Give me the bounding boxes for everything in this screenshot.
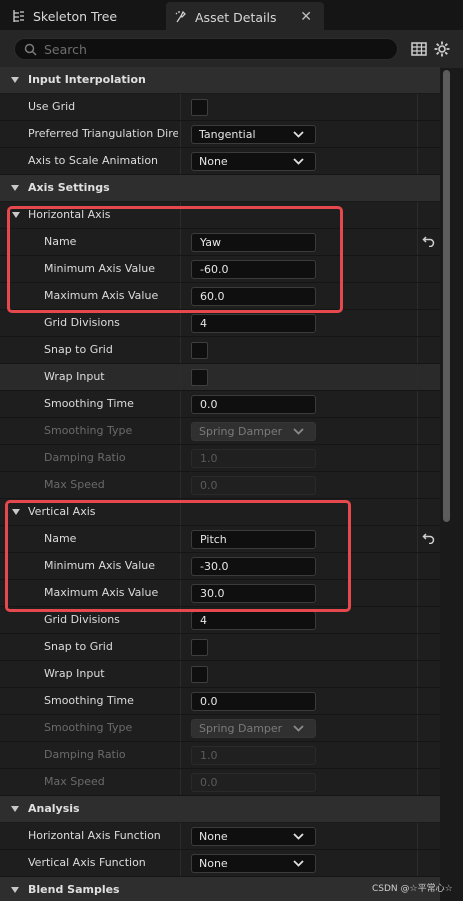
chevron-down-icon (293, 725, 304, 732)
axis-to-scale-dropdown[interactable]: None (191, 152, 316, 171)
horizontal-snap-checkbox[interactable] (191, 342, 208, 359)
vertical-wrap-checkbox[interactable] (191, 666, 208, 683)
vertical-smoothing-time-row: Smoothing Time 0.0 (0, 688, 440, 715)
collapse-arrow-icon[interactable] (12, 212, 20, 218)
collapse-arrow-icon[interactable] (11, 185, 19, 191)
search-placeholder: Search (44, 41, 87, 57)
vertical-max-field[interactable]: 30.0 (191, 584, 316, 603)
chevron-down-icon (293, 860, 304, 867)
vertical-grid-divisions-row: Grid Divisions 4 (0, 607, 440, 634)
horizontal-min-row: Minimum Axis Value -60.0 (0, 256, 440, 283)
horizontal-name-field[interactable]: Yaw (191, 233, 316, 252)
tab-bar: Skeleton Tree Asset Details ✕ (0, 0, 463, 30)
vertical-max-row: Maximum Axis Value 30.0 (0, 580, 440, 607)
tab-label: Skeleton Tree (33, 8, 118, 24)
triangulation-row: Preferred Triangulation Dire... Tangenti… (0, 121, 440, 148)
asset-details-icon (172, 8, 190, 26)
horizontal-max-field[interactable]: 60.0 (191, 287, 316, 306)
horizontal-grid-divisions-row: Grid Divisions 4 (0, 310, 440, 337)
vertical-wrap-row: Wrap Input (0, 661, 440, 688)
vertical-snap-checkbox[interactable] (191, 639, 208, 656)
tab-skeleton-tree[interactable]: Skeleton Tree (4, 2, 162, 30)
section-analysis[interactable]: Analysis (0, 796, 440, 822)
axis-to-scale-row: Axis to Scale Animation None (0, 148, 440, 175)
vertical-axis-function-row: Vertical Axis Function None (0, 850, 440, 877)
vertical-max-speed-row: Max Speed 0.0 (0, 769, 440, 796)
horizontal-wrap-row: Wrap Input (0, 364, 440, 391)
vertical-smoothing-time-field[interactable]: 0.0 (191, 692, 316, 711)
use-grid-checkbox[interactable] (191, 99, 208, 116)
section-input-interpolation[interactable]: Input Interpolation (0, 67, 440, 93)
horizontal-damping-row: Damping Ratio 1.0 (0, 445, 440, 472)
vertical-name-field[interactable]: Pitch (191, 530, 316, 549)
close-icon[interactable]: ✕ (300, 9, 312, 25)
horizontal-max-row: Maximum Axis Value 60.0 (0, 283, 440, 310)
horizontal-damping-field[interactable]: 1.0 (191, 449, 316, 468)
horizontal-grid-divisions-field[interactable]: 4 (191, 314, 316, 333)
vertical-axis-group[interactable]: Vertical Axis (0, 499, 440, 526)
asset-details-window: { "tabs":[ {"label":"Skeleton Tree","ico… (0, 0, 463, 901)
vertical-max-speed-field[interactable]: 0.0 (191, 773, 316, 792)
triangulation-dropdown[interactable]: Tangential (191, 125, 316, 144)
horizontal-axis-function-dropdown[interactable]: None (191, 827, 316, 846)
watermark: CSDN @☆平常心☆ (372, 884, 453, 894)
collapse-arrow-icon[interactable] (11, 77, 19, 83)
vertical-min-row: Minimum Axis Value -30.0 (0, 553, 440, 580)
horizontal-max-speed-field[interactable]: 0.0 (191, 476, 316, 495)
horizontal-smoothing-type-dropdown[interactable]: Spring Damper (191, 422, 316, 441)
chevron-down-icon (293, 833, 304, 840)
tab-label: Asset Details (195, 9, 277, 25)
vertical-damping-row: Damping Ratio 1.0 (0, 742, 440, 769)
vertical-name-row: Name Pitch (0, 526, 440, 553)
vertical-snap-row: Snap to Grid (0, 634, 440, 661)
vertical-smoothing-type-row: Smoothing Type Spring Damper (0, 715, 440, 742)
collapse-arrow-icon[interactable] (12, 509, 20, 515)
chevron-down-icon (293, 158, 304, 165)
horizontal-smoothing-type-row: Smoothing Type Spring Damper (0, 418, 440, 445)
horizontal-smoothing-time-row: Smoothing Time 0.0 (0, 391, 440, 418)
search-icon (24, 43, 37, 56)
chevron-down-icon (293, 131, 304, 138)
search-input[interactable]: Search (14, 38, 398, 60)
horizontal-name-row: Name Yaw (0, 229, 440, 256)
skeleton-tree-icon (10, 7, 28, 25)
vertical-damping-field[interactable]: 1.0 (191, 746, 316, 765)
reset-to-default-icon[interactable] (422, 235, 435, 247)
details-toolbar: Search (0, 30, 463, 68)
collapse-arrow-icon[interactable] (11, 806, 19, 812)
use-grid-row: Use Grid (0, 94, 440, 121)
vertical-axis-function-dropdown[interactable]: None (191, 854, 316, 873)
horizontal-min-field[interactable]: -60.0 (191, 260, 316, 279)
horizontal-smoothing-time-field[interactable]: 0.0 (191, 395, 316, 414)
vertical-grid-divisions-field[interactable]: 4 (191, 611, 316, 630)
horizontal-axis-group[interactable]: Horizontal Axis (0, 202, 440, 229)
tab-asset-details[interactable]: Asset Details ✕ (166, 2, 324, 30)
horizontal-axis-function-row: Horizontal Axis Function None (0, 823, 440, 850)
section-axis-settings[interactable]: Axis Settings (0, 175, 440, 201)
vertical-min-field[interactable]: -30.0 (191, 557, 316, 576)
horizontal-wrap-checkbox[interactable] (191, 369, 208, 386)
settings-gear-icon[interactable] (433, 40, 451, 58)
table-view-icon[interactable] (410, 40, 428, 58)
collapse-arrow-icon[interactable] (11, 887, 19, 893)
reset-to-default-icon[interactable] (422, 532, 435, 544)
horizontal-snap-row: Snap to Grid (0, 337, 440, 364)
scrollbar-thumb[interactable] (443, 70, 450, 522)
vertical-smoothing-type-dropdown[interactable]: Spring Damper (191, 719, 316, 738)
horizontal-max-speed-row: Max Speed 0.0 (0, 472, 440, 499)
chevron-down-icon (293, 428, 304, 435)
